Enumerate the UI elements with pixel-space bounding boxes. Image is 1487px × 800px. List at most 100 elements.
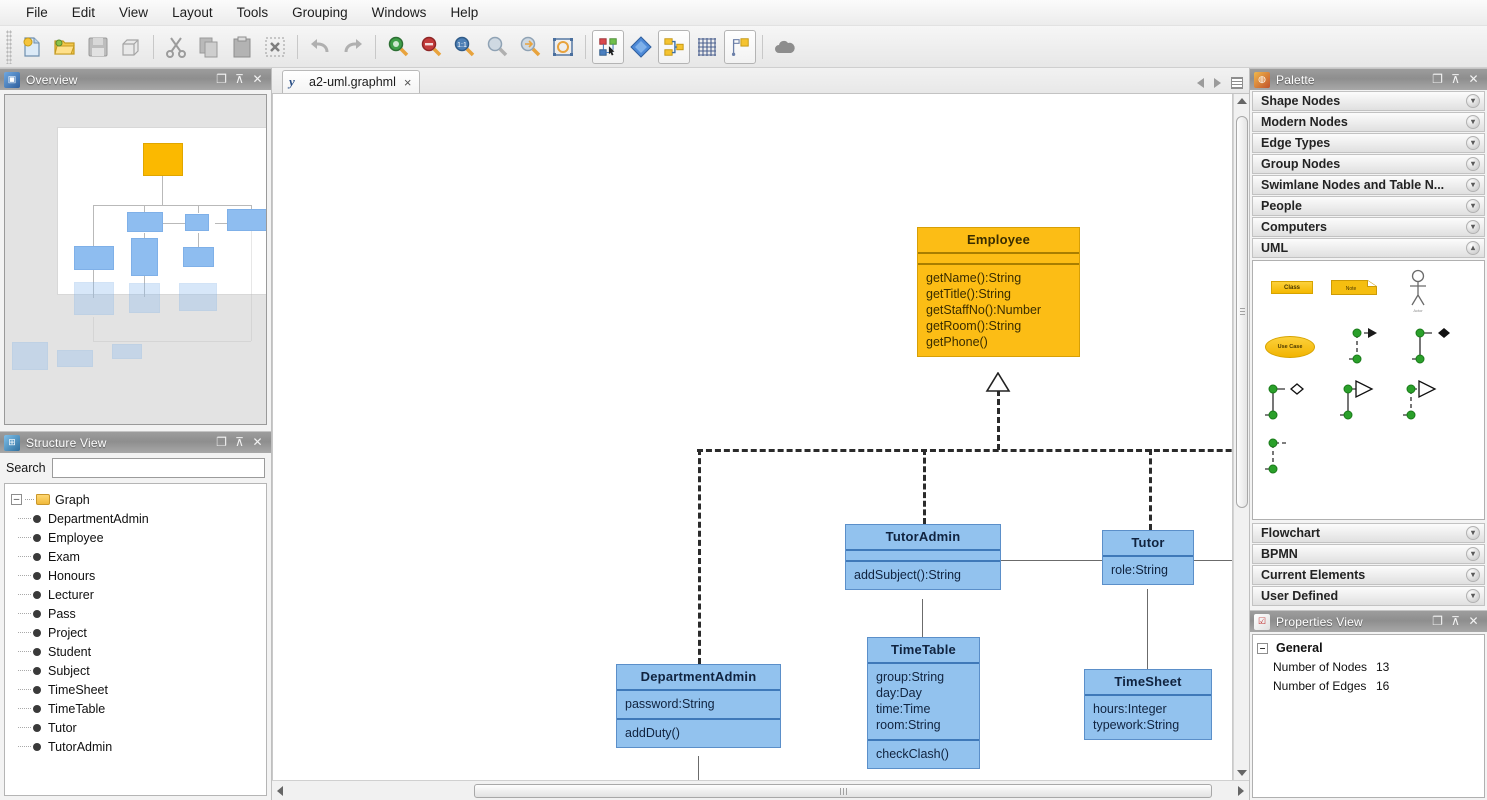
zoom-area-button[interactable] [481,30,513,64]
palette-item-dependency-edge[interactable] [1341,323,1385,367]
chevron-down-icon[interactable]: ▾ [1466,547,1480,561]
scroll-up-icon[interactable] [1236,98,1247,104]
overview-pin-icon[interactable]: ⊼ [233,73,246,86]
tab-a2-uml-graphml[interactable]: y a2-uml.graphml × [282,70,421,93]
tree-item-project[interactable]: Project [5,623,266,642]
toolbar-drag-handle[interactable] [6,29,12,64]
palette-uml-items[interactable]: Class Note Actor Use Case [1252,260,1485,520]
palette-restore-icon[interactable]: ❐ [1431,73,1444,86]
tab-next-icon[interactable] [1214,78,1221,88]
canvas-vertical-scrollbar[interactable] [1233,94,1249,780]
zoom-one-to-one-button[interactable]: 1:1 [448,30,480,64]
menu-tools[interactable]: Tools [225,2,281,23]
palette-section-computers[interactable]: Computers ▾ [1252,217,1485,237]
chevron-down-icon[interactable]: ▾ [1466,94,1480,108]
search-input[interactable] [51,458,265,478]
cut-button[interactable] [160,30,192,64]
vertical-scroll-thumb[interactable] [1236,116,1248,508]
chevron-down-icon[interactable]: ▾ [1466,568,1480,582]
uml-node-employee[interactable]: Employee getName():String getTitle():Str… [917,227,1080,357]
tree-item-student[interactable]: Student [5,642,266,661]
properties-restore-icon[interactable]: ❐ [1431,615,1444,628]
properties-pin-icon[interactable]: ⊼ [1449,615,1462,628]
chevron-up-icon[interactable]: ▴ [1466,241,1480,255]
palette-pin-icon[interactable]: ⊼ [1449,73,1462,86]
chevron-down-icon[interactable]: ▾ [1466,589,1480,603]
tree-item-timetable[interactable]: TimeTable [5,699,266,718]
tree-item-employee[interactable]: Employee [5,528,266,547]
scroll-left-icon[interactable] [277,785,283,796]
menu-grouping[interactable]: Grouping [280,2,360,23]
chevron-down-icon[interactable]: ▾ [1466,136,1480,150]
palette-section-people[interactable]: People ▾ [1252,196,1485,216]
structure-close-icon[interactable]: ✕ [251,436,264,449]
scroll-down-icon[interactable] [1236,770,1247,776]
save-button[interactable] [82,30,114,64]
tree-item-subject[interactable]: Subject [5,661,266,680]
properties-close-icon[interactable]: ✕ [1467,615,1480,628]
hierarchic-layout-button[interactable] [658,29,690,64]
palette-item-actor-node[interactable]: Actor [1403,269,1433,313]
tree-item-tutoradmin[interactable]: TutorAdmin [5,737,266,756]
palette-section-uml[interactable]: UML ▴ [1252,238,1485,258]
grid-snapping-button[interactable] [691,30,723,64]
palette-item-class-node[interactable]: Class [1271,281,1313,294]
palette-item-realization-edge[interactable] [1401,379,1457,423]
palette-item-generalization-edge[interactable] [1338,379,1392,423]
tree-item-lecturer[interactable]: Lecturer [5,585,266,604]
zoom-in-button[interactable] [382,30,414,64]
chevron-down-icon[interactable]: ▾ [1466,526,1480,540]
uml-node-tutoradmin[interactable]: TutorAdmin addSubject():String [845,524,1001,590]
menu-view[interactable]: View [107,2,160,23]
chevron-down-icon[interactable]: ▾ [1466,199,1480,213]
uml-node-timesheet[interactable]: TimeSheet hours:Integer typework:String [1084,669,1212,740]
node-labels-button[interactable] [724,29,756,64]
canvas-horizontal-scrollbar[interactable] [272,780,1249,800]
delete-button[interactable] [259,30,291,64]
chevron-down-icon[interactable]: ▾ [1466,115,1480,129]
tree-item-timesheet[interactable]: TimeSheet [5,680,266,699]
overview-close-icon[interactable]: ✕ [251,73,264,86]
tree-item-departmentadmin[interactable]: DepartmentAdmin [5,509,266,528]
properties-table[interactable]: – General Number of Nodes 13 Number of E… [1252,634,1485,798]
cloud-button[interactable] [769,30,801,64]
tab-close-icon[interactable]: × [404,75,412,90]
palette-section-flowchart[interactable]: Flowchart ▾ [1252,523,1485,543]
paste-button[interactable] [226,30,258,64]
menu-help[interactable]: Help [438,2,490,23]
palette-item-composition-edge[interactable] [1408,323,1458,367]
palette-item-aggregation-edge[interactable] [1263,379,1317,423]
palette-section-user-defined[interactable]: User Defined ▾ [1252,586,1485,606]
copy-button[interactable] [193,30,225,64]
structure-tree[interactable]: – Graph DepartmentAdmin Employee Exam Ho… [4,483,267,796]
print-button[interactable] [115,30,147,64]
overview-thumbnail[interactable] [4,94,267,425]
palette-item-dashed-edge[interactable] [1263,433,1317,477]
properties-group-general[interactable]: – General [1253,639,1484,657]
undo-button[interactable] [304,30,336,64]
uml-node-departmentadmin[interactable]: DepartmentAdmin password:String addDuty(… [616,664,781,748]
overview-restore-icon[interactable]: ❐ [215,73,228,86]
tree-root-graph[interactable]: – Graph [5,490,266,509]
tab-list-icon[interactable] [1231,77,1243,89]
menu-file[interactable]: File [14,2,60,23]
palette-section-modern-nodes[interactable]: Modern Nodes ▾ [1252,112,1485,132]
tree-item-honours[interactable]: Honours [5,566,266,585]
tab-prev-icon[interactable] [1197,78,1204,88]
tree-item-exam[interactable]: Exam [5,547,266,566]
palette-section-swimlane-nodes[interactable]: Swimlane Nodes and Table N... ▾ [1252,175,1485,195]
chevron-down-icon[interactable]: ▾ [1466,220,1480,234]
horizontal-scroll-thumb[interactable] [474,784,1212,798]
palette-section-edge-types[interactable]: Edge Types ▾ [1252,133,1485,153]
structure-pin-icon[interactable]: ⊼ [233,436,246,449]
menu-edit[interactable]: Edit [60,2,107,23]
diagram-canvas[interactable]: Employee getName():String getTitle():Str… [272,94,1233,780]
fit-selection-button[interactable] [547,30,579,64]
edit-mode-button[interactable] [625,30,657,64]
chevron-down-icon[interactable]: ▾ [1466,157,1480,171]
zoom-out-button[interactable] [415,30,447,64]
palette-close-icon[interactable]: ✕ [1467,73,1480,86]
tree-expander-icon[interactable]: – [11,494,22,505]
tree-item-tutor[interactable]: Tutor [5,718,266,737]
menu-windows[interactable]: Windows [360,2,439,23]
